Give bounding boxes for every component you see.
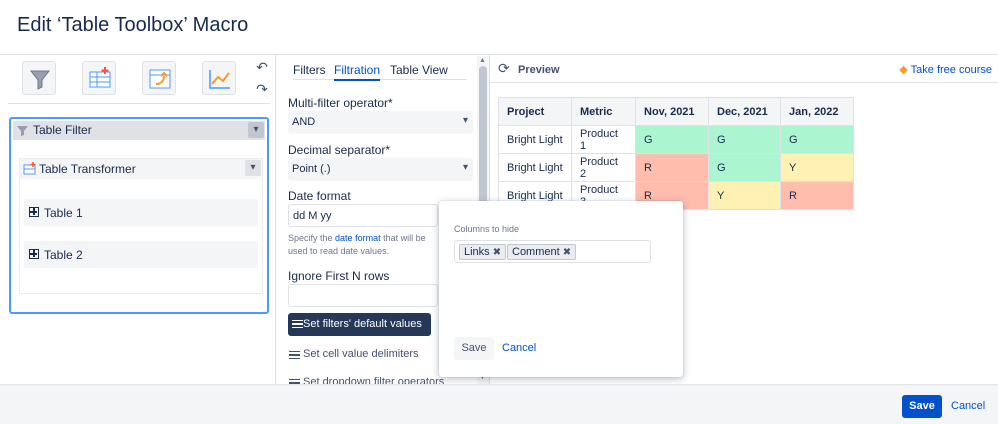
status-cell: Y bbox=[780, 153, 854, 182]
tab-filtration[interactable]: Filtration bbox=[334, 63, 381, 81]
settings-tabs: Filters Filtration Table View bbox=[293, 63, 467, 81]
table-transformer-header[interactable]: Table Transformer ▾ bbox=[20, 159, 262, 179]
table-icon bbox=[29, 207, 39, 217]
take-free-course-link[interactable]: ◆ Take free course bbox=[899, 63, 992, 76]
columns-to-hide-label: Columns to hide bbox=[454, 224, 520, 234]
date-format-link[interactable]: date format bbox=[335, 233, 381, 243]
set-dropdown-operators-link[interactable]: Set dropdown filter operators bbox=[288, 376, 444, 384]
decimal-separator-label: Decimal separator* bbox=[288, 143, 391, 157]
status-cell: G bbox=[780, 125, 854, 154]
preview-table: Project Metric Nov, 2021 Dec, 2021 Jan, … bbox=[498, 97, 854, 210]
table-filter-label: Table Filter bbox=[33, 123, 92, 137]
table-cell: Bright Light bbox=[498, 125, 572, 154]
tag-label: Comment bbox=[512, 246, 560, 258]
refresh-icon[interactable]: ⟳ bbox=[498, 60, 510, 77]
column-header: Dec, 2021 bbox=[708, 97, 781, 126]
ignore-rows-input[interactable] bbox=[288, 284, 438, 307]
multi-filter-label: Multi-filter operator* bbox=[288, 96, 393, 110]
table-cell: Product 2 bbox=[571, 153, 636, 182]
dialog-footer: Save Cancel bbox=[0, 384, 998, 424]
table-filter-node[interactable]: Table Filter ▾ Table Transformer ▾ Table… bbox=[9, 117, 269, 314]
graduation-cap-icon: ◆ bbox=[899, 64, 908, 76]
toolbar-divider bbox=[8, 103, 270, 104]
ignore-rows-label: Ignore First N rows bbox=[288, 269, 390, 283]
column-header: Nov, 2021 bbox=[635, 97, 709, 126]
set-default-values-button[interactable]: Set filters' default values bbox=[288, 313, 431, 336]
date-format-label: Date format bbox=[288, 189, 351, 203]
set-delimiters-link[interactable]: Set cell value delimiters bbox=[288, 348, 419, 360]
multi-filter-select[interactable]: AND ▾ bbox=[288, 111, 473, 134]
dialog-header: Edit ‘Table Toolbox’ Macro bbox=[0, 0, 998, 55]
hint-prefix: Specify the bbox=[288, 233, 333, 243]
table-row: Bright Light Product 2 R G Y bbox=[498, 153, 854, 182]
status-cell: R bbox=[780, 181, 854, 210]
set-dropdown-operators-label: Set dropdown filter operators bbox=[303, 376, 445, 384]
filter-icon bbox=[17, 126, 28, 136]
set-default-values-label: Set filters' default values bbox=[303, 318, 422, 330]
undo-icon[interactable]: ↶ bbox=[254, 59, 270, 75]
transformer-icon bbox=[23, 162, 36, 175]
tag-label: Links bbox=[464, 246, 490, 258]
chevron-down-icon: ▾ bbox=[462, 115, 468, 126]
multi-filter-value: AND bbox=[292, 116, 316, 128]
table-icon bbox=[29, 249, 39, 259]
status-cell: G bbox=[708, 153, 781, 182]
menu-icon bbox=[292, 320, 303, 328]
table-item[interactable]: Table 1 bbox=[24, 199, 258, 226]
table-header-row: Project Metric Nov, 2021 Dec, 2021 Jan, … bbox=[498, 97, 854, 126]
tag-comment: Comment ✖ bbox=[507, 244, 577, 260]
menu-icon bbox=[289, 351, 300, 359]
date-format-hint: Specify the date format that will be use… bbox=[288, 232, 438, 258]
save-button[interactable]: Save bbox=[902, 395, 942, 418]
table-cell: Product 1 bbox=[571, 125, 636, 154]
tab-table-view[interactable]: Table View bbox=[390, 63, 448, 77]
remove-tag-icon[interactable]: ✖ bbox=[493, 247, 501, 258]
take-free-course-label: Take free course bbox=[910, 64, 992, 76]
table-row: Bright Light Product 1 G G G bbox=[498, 125, 854, 154]
remove-tag-icon[interactable]: ✖ bbox=[563, 247, 571, 258]
chevron-down-icon[interactable]: ▾ bbox=[245, 160, 261, 176]
table-filter-header[interactable]: Table Filter ▾ bbox=[13, 121, 265, 140]
popup-save-button[interactable]: Save bbox=[454, 337, 494, 360]
chevron-down-icon: ▾ bbox=[462, 162, 468, 173]
cancel-button[interactable]: Cancel bbox=[951, 400, 985, 412]
column-header: Project bbox=[498, 97, 572, 126]
table-item-label: Table 2 bbox=[44, 248, 83, 262]
columns-to-hide-input[interactable]: Links ✖ Comment ✖ bbox=[454, 240, 651, 263]
scroll-up-icon[interactable]: ▲ bbox=[479, 57, 486, 64]
macro-structure-panel: ↶ ↷ Table Filter ▾ Table Transformer ▾ T… bbox=[0, 55, 276, 384]
columns-to-hide-popup: Columns to hide Links ✖ Comment ✖ Save Can… bbox=[439, 201, 683, 377]
date-format-input[interactable]: dd M yy bbox=[288, 204, 438, 227]
preview-title: Preview bbox=[518, 64, 560, 76]
decimal-separator-value: Point (.) bbox=[292, 163, 331, 175]
status-cell: R bbox=[635, 153, 709, 182]
table-transformer-label: Table Transformer bbox=[39, 162, 136, 176]
status-cell: G bbox=[708, 125, 781, 154]
table-spreadsheet-icon[interactable] bbox=[142, 61, 176, 95]
dialog-title: Edit ‘Table Toolbox’ Macro bbox=[17, 14, 249, 36]
set-delimiters-label: Set cell value delimiters bbox=[303, 348, 419, 360]
table-item[interactable]: Table 2 bbox=[24, 241, 258, 268]
status-cell: G bbox=[635, 125, 709, 154]
chevron-down-icon[interactable]: ▾ bbox=[248, 122, 264, 138]
tab-filters[interactable]: Filters bbox=[293, 63, 326, 77]
redo-icon[interactable]: ↷ bbox=[254, 81, 270, 97]
tag-links: Links ✖ bbox=[459, 244, 507, 260]
table-item-label: Table 1 bbox=[44, 206, 83, 220]
table-cell: Bright Light bbox=[498, 153, 572, 182]
decimal-separator-select[interactable]: Point (.) ▾ bbox=[288, 158, 473, 181]
table-transformer-icon[interactable] bbox=[82, 61, 116, 95]
table-filter-icon[interactable] bbox=[22, 61, 56, 95]
preview-header: ⟳ Preview ◆ Take free course bbox=[490, 55, 998, 83]
column-header: Jan, 2022 bbox=[780, 97, 854, 126]
table-transformer-node[interactable]: Table Transformer ▾ Table 1 Table 2 bbox=[19, 158, 263, 294]
popup-cancel-link[interactable]: Cancel bbox=[502, 342, 536, 354]
column-header: Metric bbox=[571, 97, 636, 126]
table-chart-icon[interactable] bbox=[202, 61, 236, 95]
status-cell: Y bbox=[708, 181, 781, 210]
